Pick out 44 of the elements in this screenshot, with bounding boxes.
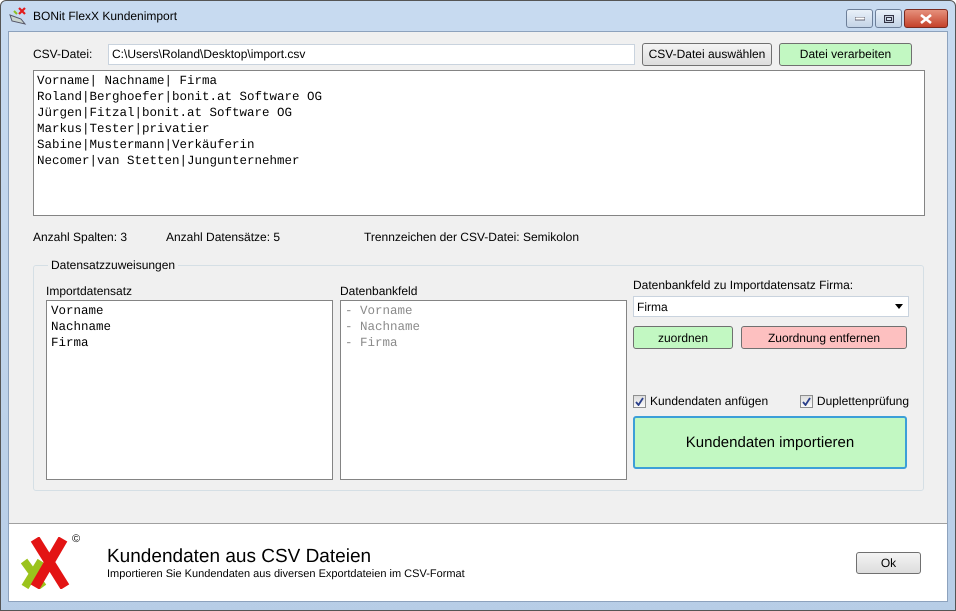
mapping-button[interactable]: Zuordnung entfernen <box>741 326 907 349</box>
window-title: BONit FlexX Kundenimport <box>33 9 178 23</box>
group-title: Datensatzzuweisungen <box>50 258 176 272</box>
stat-text: Anzahl Datensätze: 5 <box>166 230 282 244</box>
csv-file-field[interactable]: C:\Users\Roland\Desktop\import.csv <box>108 44 635 64</box>
file-button[interactable]: CSV-Datei auswählen <box>642 42 772 66</box>
csv-line: Necomer|van Stetten|Jungunternehmer <box>37 153 301 169</box>
minimize-button[interactable] <box>846 9 873 28</box>
close-button[interactable] <box>904 9 948 28</box>
ok-button[interactable]: Ok <box>856 552 921 574</box>
field-list[interactable]: Vorname Nachname Firma <box>46 300 333 480</box>
list-item[interactable]: Firma <box>51 335 328 351</box>
mapping-label: Datenbankfeld zu Importdatensatz Firma: <box>633 278 854 292</box>
minimize-icon <box>854 16 864 20</box>
file-button[interactable]: Datei verarbeiten <box>779 42 912 66</box>
list-label: Importdatensatz <box>46 284 134 298</box>
list-item[interactable]: Vorname <box>51 303 328 319</box>
checkbox-label: Kundendaten anfügen <box>650 394 768 408</box>
csv-line: Vorname| Nachname| Firma <box>37 73 218 89</box>
import-button[interactable]: Kundendaten importieren <box>633 416 907 469</box>
csv-line: Roland|Berghoefer|bonit.at Software OG <box>37 89 324 105</box>
copyright-mark: © <box>72 532 80 544</box>
app-icon <box>9 7 27 25</box>
database-field-dropdown[interactable]: Firma <box>633 296 909 317</box>
csv-preview-area[interactable]: Vorname| Nachname| Firma Roland|Berghoefer|bonit.at Software OG Jürgen|Fitzal|bonit.at Software OG Markus|Tester|privatier Sabine|Mustermann|Verkäuferin Necomer|van Stetten|Jungunternehmer <box>33 70 925 216</box>
stat-text: Anzahl Spalten: 3 <box>33 230 128 244</box>
csv-line: Sabine|Mustermann|Verkäuferin <box>37 137 256 153</box>
close-icon <box>920 14 932 24</box>
dropdown-arrow-icon <box>895 304 903 309</box>
mapping-button[interactable]: zuordnen <box>633 326 733 349</box>
checkbox[interactable] <box>800 394 813 408</box>
checkbox-label: Duplettenprüfung <box>816 394 909 408</box>
footer-subtitle: Importieren Sie Kundendaten aus diversen Exportdateien im CSV-Format <box>107 568 466 580</box>
csv-file-label: CSV-Datei: <box>33 47 94 61</box>
footer-title: Kundendaten aus CSV Dateien <box>107 546 372 568</box>
stat-text: Trennzeichen der CSV-Datei: Semikolon <box>364 230 579 244</box>
checkbox[interactable] <box>633 394 646 408</box>
logo-icon <box>21 536 71 588</box>
maximize-icon <box>884 14 894 22</box>
csv-line: Markus|Tester|privatier <box>37 121 211 137</box>
list-label: Datenbankfeld <box>340 284 418 298</box>
csv-line: Jürgen|Fitzal|bonit.at Software OG <box>37 105 294 121</box>
list-item[interactable]: Nachname <box>51 319 328 335</box>
maximize-button[interactable] <box>875 9 902 28</box>
